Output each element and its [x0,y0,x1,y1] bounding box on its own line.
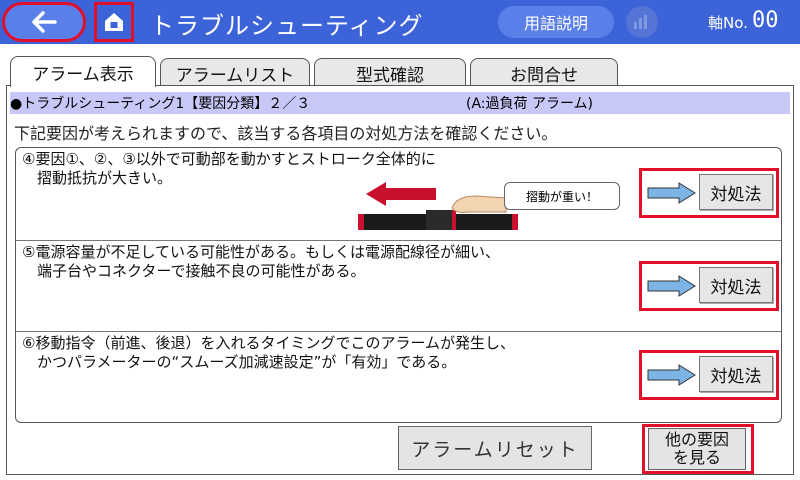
remedy-button-group: 対処法 [639,350,779,400]
alarm-reset-button[interactable]: アラームリセット [398,426,592,470]
remedy-button[interactable]: 対処法 [699,356,773,392]
tab-alarm-list[interactable]: アラームリスト [160,58,310,87]
list-item: ⑤電源容量が不足している可能性がある。もしくは電源配線径が細い、 端子台やコネク… [16,241,781,331]
axis-label: 軸No. [708,14,748,32]
arrow-left-icon [32,11,57,33]
arrow-left-icon [366,182,436,206]
tab-contact[interactable]: お問合せ [470,58,618,87]
glossary-button[interactable]: 用語説明 [498,6,614,38]
home-button[interactable] [94,2,134,42]
tab-alarm-display[interactable]: アラーム表示 [10,56,156,87]
speech-bubble: 摺動が重い！ [504,182,620,210]
remedy-button-group: 対処法 [639,168,779,218]
list-item: ⑥移動指令（前進、後退）を入れるタイミングでこのアラームが発生し、 かつパラメー… [16,332,781,420]
section-header: ●トラブルシューティング1【要因分類】２／３ (A:過負荷 アラーム) [10,92,790,114]
cause-text: ⑥移動指令（前進、後退）を入れるタイミングでこのアラームが発生し、 かつパラメー… [22,334,516,371]
chart-icon[interactable] [626,6,658,38]
page-title: トラブルシューティング [150,12,424,40]
hand-icon [451,195,507,213]
remedy-button[interactable]: 対処法 [699,174,773,210]
other-causes-label: 他の要因 を見る [648,428,746,470]
list-item: ④要因①、②、③以外で可動部を動かすとストローク全体的に 摺動抵抗が大きい。 対… [16,148,781,240]
arrow-right-icon [647,182,696,204]
alarm-mode: (A:過負荷 アラーム) [466,96,594,112]
tab-model-check[interactable]: 型式確認 [314,58,466,87]
bar-chart-icon [634,15,647,29]
remedy-button-group: 対処法 [639,261,779,311]
causes-list: ④要因①、②、③以外で可動部を動かすとストローク全体的に 摺動抵抗が大きい。 対… [15,147,782,423]
home-icon [105,13,123,31]
other-causes-button[interactable]: 他の要因 を見る [642,424,754,474]
arrow-right-icon [647,275,696,297]
remedy-button[interactable]: 対処法 [699,267,773,303]
instruction-text: 下記要因が考えられますので、該当する各項目の対処方法を確認ください。 [14,124,558,143]
cause-text: ⑤電源容量が不足している可能性がある。もしくは電源配線径が細い、 端子台やコネク… [22,243,501,280]
section-title: ●トラブルシューティング1【要因分類】２／３ [10,96,311,112]
actuator-illustration [358,182,518,230]
arrow-right-icon [647,364,696,386]
header-bar: トラブルシューティング 用語説明 軸No. 00 [0,0,800,44]
back-button[interactable] [2,2,86,42]
axis-number: 00 [752,8,779,33]
